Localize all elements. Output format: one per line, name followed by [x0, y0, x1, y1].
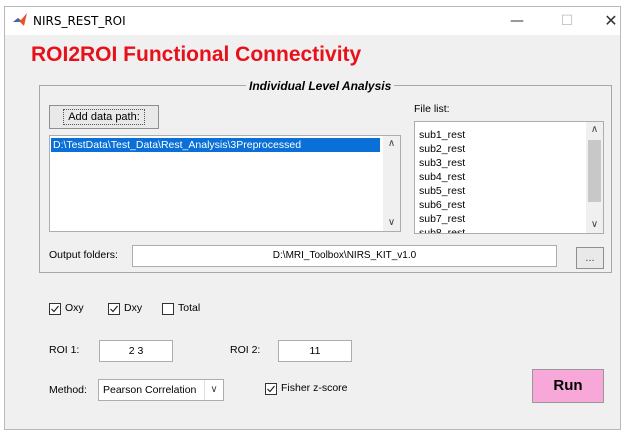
- oxy-label: Oxy: [65, 302, 84, 314]
- dxy-label: Dxy: [124, 302, 143, 314]
- list-item[interactable]: sub6_rest: [419, 199, 465, 211]
- output-folders-label: Output folders:: [49, 249, 118, 261]
- file-list[interactable]: sub1_rest sub2_rest sub3_rest sub4_rest …: [414, 121, 604, 234]
- oxy-checkbox[interactable]: [49, 303, 61, 315]
- title-bar: NIRS_REST_ROI — ☐ ✕: [5, 7, 620, 35]
- check-icon: [267, 385, 275, 393]
- method-value: Pearson Correlation: [103, 384, 197, 396]
- scroll-down-icon[interactable]: ∨: [586, 217, 603, 233]
- fisher-checkbox[interactable]: [265, 383, 277, 395]
- add-data-path-button[interactable]: Add data path:: [49, 105, 159, 129]
- data-path-scrollbar[interactable]: ∧ ∨: [383, 136, 400, 231]
- add-data-path-label: Add data path:: [63, 109, 145, 125]
- panel-title: Individual Level Analysis: [246, 79, 395, 93]
- file-list-scrollbar[interactable]: ∧ ∨: [586, 122, 603, 233]
- method-select[interactable]: Pearson Correlation ∨: [98, 379, 224, 401]
- scroll-thumb[interactable]: [588, 140, 601, 202]
- list-item[interactable]: sub2_rest: [419, 143, 465, 155]
- roi1-input[interactable]: 2 3: [99, 340, 173, 362]
- list-item[interactable]: sub5_rest: [419, 185, 465, 197]
- total-label: Total: [178, 302, 201, 314]
- scroll-up-icon[interactable]: ∧: [383, 136, 400, 152]
- list-item[interactable]: sub3_rest: [419, 157, 465, 169]
- run-button[interactable]: Run: [532, 369, 604, 403]
- maximize-button[interactable]: ☐: [552, 11, 582, 31]
- data-path-item[interactable]: D:\TestData\Test_Data\Rest_Analysis\3Pre…: [51, 138, 380, 152]
- scroll-up-icon[interactable]: ∧: [586, 122, 603, 138]
- roi2-label: ROI 2:: [230, 344, 261, 356]
- window-title: NIRS_REST_ROI: [33, 14, 126, 28]
- file-list-label: File list:: [414, 103, 450, 115]
- dxy-checkbox[interactable]: [108, 303, 120, 315]
- page-title: ROI2ROI Functional Connectivity: [31, 43, 362, 66]
- method-label: Method:: [49, 384, 87, 396]
- list-item[interactable]: sub8_rest: [419, 227, 465, 233]
- browse-button[interactable]: ...: [576, 247, 604, 269]
- data-path-list[interactable]: D:\TestData\Test_Data\Rest_Analysis\3Pre…: [49, 135, 401, 232]
- list-item[interactable]: sub1_rest: [419, 129, 465, 141]
- matlab-icon: [13, 13, 27, 26]
- output-folder-field[interactable]: D:\MRI_Toolbox\NIRS_KIT_v1.0: [132, 245, 557, 267]
- check-icon: [110, 305, 118, 313]
- close-button[interactable]: ✕: [596, 11, 623, 31]
- app-window: NIRS_REST_ROI — ☐ ✕ ROI2ROI Functional C…: [4, 6, 621, 430]
- list-item[interactable]: sub4_rest: [419, 171, 465, 183]
- chevron-down-icon: ∨: [204, 380, 223, 400]
- check-icon: [51, 305, 59, 313]
- roi2-input[interactable]: 11: [278, 340, 352, 362]
- list-item[interactable]: sub7_rest: [419, 213, 465, 225]
- minimize-button[interactable]: —: [502, 11, 532, 31]
- fisher-label: Fisher z-score: [281, 382, 348, 394]
- roi1-label: ROI 1:: [49, 344, 80, 356]
- total-checkbox[interactable]: [162, 303, 174, 315]
- scroll-down-icon[interactable]: ∨: [383, 215, 400, 231]
